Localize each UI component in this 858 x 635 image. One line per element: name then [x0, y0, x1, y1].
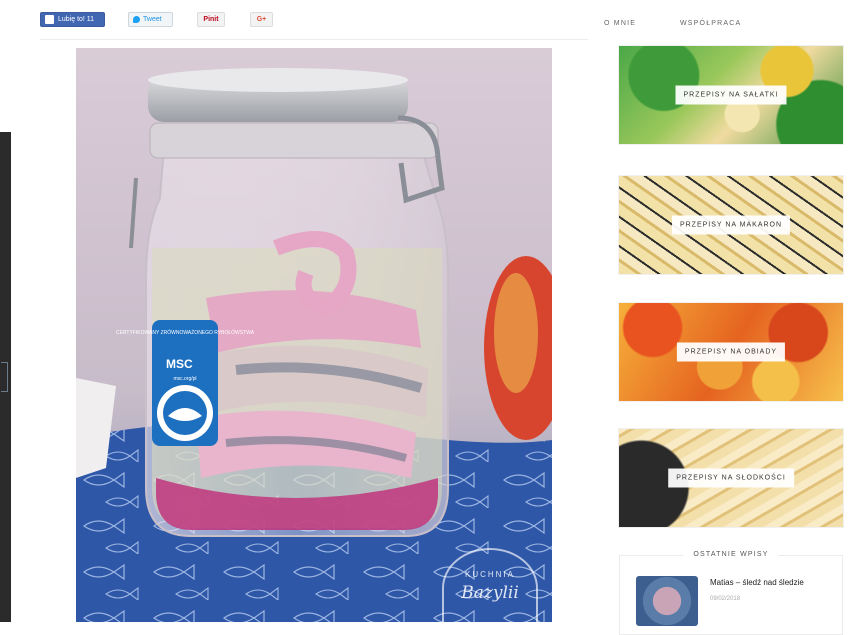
recent-posts-title: OSTATNIE WPISY — [683, 551, 779, 558]
tweet-button[interactable]: Tweet — [128, 12, 173, 27]
herring-jar-photo: CERTYFIKOWANY ZRÓWNOWAŻONEGO RYBOŁÓWSTWA… — [76, 48, 552, 622]
category-card-obiady[interactable]: PRZEPISY NA OBIADY — [619, 303, 843, 401]
kuchnia-bazylii-watermark: KUCHNIA Bazylii — [442, 548, 538, 622]
category-label[interactable]: PRZEPISY NA OBIADY — [676, 342, 786, 362]
twitter-bird-icon — [133, 16, 140, 23]
category-card-salatki[interactable]: PRZEPISY NA SAŁATKI — [619, 46, 843, 144]
recent-posts-widget: OSTATNIE WPISY Matias – śledź nad śledzi… — [619, 551, 843, 635]
panel-tab-notch[interactable] — [1, 362, 8, 392]
nav-link-o-mnie[interactable]: O MNIE — [604, 20, 636, 27]
msc-brand: MSC — [166, 357, 193, 371]
gplus-label: G+ — [256, 16, 267, 23]
category-label[interactable]: PRZEPISY NA MAKARON — [671, 215, 791, 235]
facebook-like-button[interactable]: Lubię to! 11 — [40, 12, 105, 27]
facebook-like-label: Lubię to! 11 — [58, 16, 95, 23]
msc-label-line2: msc.org/pl — [173, 376, 196, 382]
msc-label-line1: CERTYFIKOWANY ZRÓWNOWAŻONEGO RYBOŁÓWSTWA — [116, 329, 255, 336]
jar-illustration: CERTYFIKOWANY ZRÓWNOWAŻONEGO RYBOŁÓWSTWA… — [76, 68, 552, 622]
tweet-label: Tweet — [143, 16, 162, 23]
pin-label: Pinit — [203, 16, 219, 23]
google-plus-button[interactable]: G+ — [250, 12, 273, 27]
pinterest-button[interactable]: Pinit — [197, 12, 225, 27]
recent-post-link[interactable]: Matias – śledź nad śledzie — [710, 578, 804, 587]
watermark-line1: KUCHNIA — [464, 570, 515, 579]
thumbs-up-icon — [45, 15, 54, 24]
left-edge-panel — [0, 132, 11, 622]
nav-link-wspolpraca[interactable]: WSPÓŁPRACA — [680, 20, 741, 27]
category-card-slodkosci[interactable]: PRZEPISY NA SŁODKOŚCI — [619, 429, 843, 527]
recent-post-date: 09/02/2018 — [710, 596, 741, 602]
watermark-line2: Bazylii — [461, 583, 519, 603]
recent-post-thumbnail[interactable] — [636, 576, 698, 626]
category-card-makaron[interactable]: PRZEPISY NA MAKARON — [619, 176, 843, 274]
share-divider — [40, 39, 588, 40]
category-label[interactable]: PRZEPISY NA SŁODKOŚCI — [668, 468, 794, 488]
category-label[interactable]: PRZEPISY NA SAŁATKI — [675, 85, 787, 105]
